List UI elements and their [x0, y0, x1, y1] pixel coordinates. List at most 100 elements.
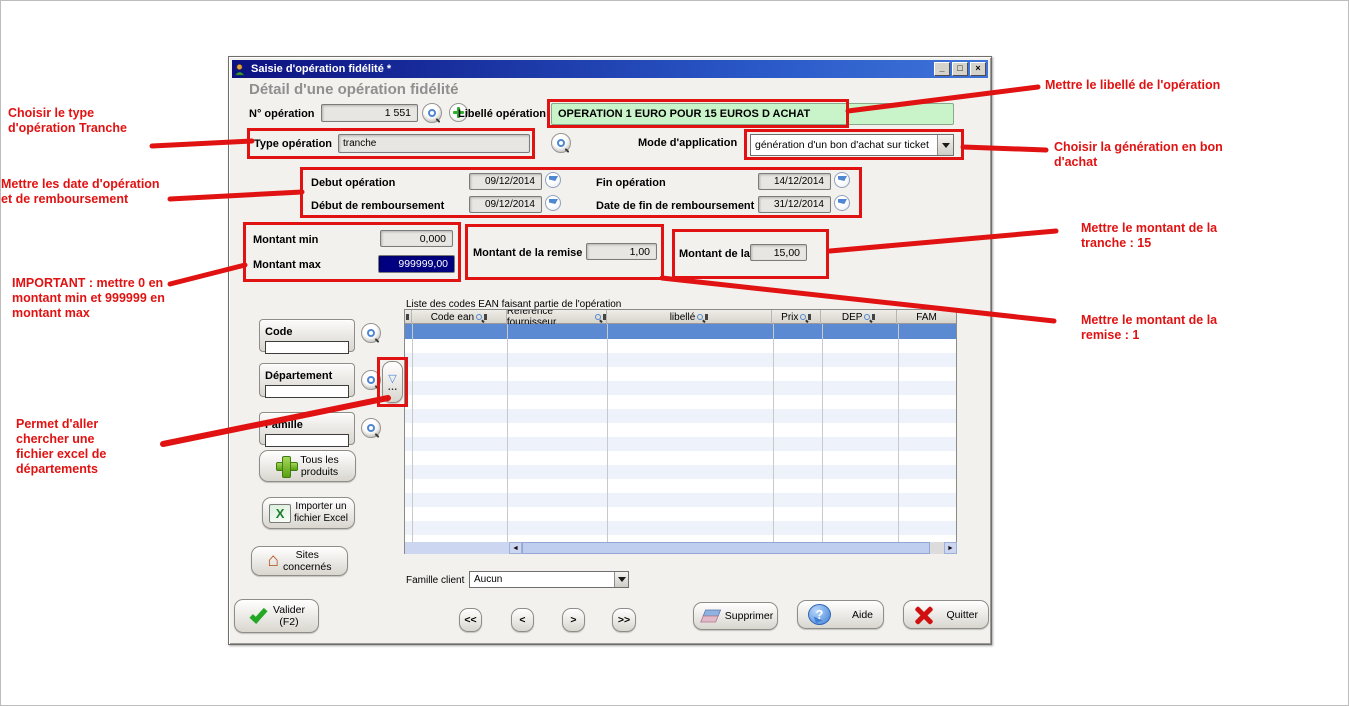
mode-application-select[interactable]: génération d'un bon d'achat sur ticket: [750, 134, 954, 156]
annotation-montant-min-max: IMPORTANT : mettre 0 en montant min et 9…: [12, 276, 187, 321]
button-label: Tous les produits: [300, 454, 339, 478]
type-operation-field[interactable]: tranche: [338, 134, 530, 153]
pin-icon: [406, 314, 409, 320]
dropdown-arrow-button[interactable]: [937, 135, 953, 155]
calendar-icon-debut-remboursement[interactable]: [545, 195, 561, 211]
column-label: Prix: [781, 312, 798, 323]
code-search-button[interactable]: [361, 323, 381, 343]
magnifier-icon: [595, 314, 601, 320]
column-label: FAM: [916, 312, 937, 323]
column-label: Code ean: [431, 312, 474, 323]
departement-search-panel: Département: [259, 363, 355, 397]
famille-search-button[interactable]: [361, 418, 381, 438]
type-operation-search-button[interactable]: [551, 133, 571, 153]
check-icon: [250, 605, 268, 624]
debut-remboursement-field[interactable]: 09/12/2014: [469, 196, 542, 213]
grid-selected-row[interactable]: [405, 324, 956, 339]
nav-next-icon: >: [570, 614, 576, 626]
minimize-button[interactable]: _: [934, 62, 950, 76]
valider-button[interactable]: Valider (F2): [234, 599, 319, 633]
user-icon: [234, 63, 247, 76]
column-label: Référence fournisseur: [507, 310, 593, 324]
annotation-libelle: Mettre le libellé de l'opération: [1045, 78, 1260, 93]
maximize-button[interactable]: □: [952, 62, 968, 76]
importer-fichier-excel-button[interactable]: X Importer un fichier Excel: [262, 497, 355, 529]
grid-header-reference-fournisseur[interactable]: Référence fournisseur: [507, 310, 607, 324]
montant-tranche-label: Montant de la: [679, 248, 750, 260]
column-separator: [898, 324, 899, 542]
column-separator: [507, 324, 508, 542]
magnifier-icon: [697, 314, 703, 320]
grid-header-dep[interactable]: DEP: [821, 310, 897, 324]
famille-search-panel: Famille: [259, 412, 355, 445]
type-operation-label: Type opération: [254, 138, 332, 150]
ellipsis-icon: …: [388, 385, 398, 390]
calendar-icon-fin-operation[interactable]: [834, 172, 850, 188]
calendar-icon-fin-remboursement[interactable]: [834, 195, 850, 211]
red-cross-icon: [914, 605, 934, 625]
code-search-panel: Code: [259, 319, 355, 352]
magnifier-icon: [864, 314, 870, 320]
horizontal-scrollbar[interactable]: ◄ ►: [405, 542, 956, 554]
debut-operation-field[interactable]: 09/12/2014: [469, 173, 542, 190]
famille-client-select[interactable]: Aucun: [469, 571, 629, 588]
aide-button[interactable]: ? Aide: [797, 600, 884, 629]
grid-header-prix[interactable]: Prix: [772, 310, 821, 324]
libelle-field[interactable]: OPERATION 1 EURO POUR 15 EUROS D ACHAT: [551, 103, 954, 125]
calendar-icon-debut-operation[interactable]: [545, 172, 561, 188]
magnifier-icon: [476, 314, 482, 320]
pin-icon: [603, 314, 606, 320]
eraser-icon: [698, 609, 722, 623]
departement-input[interactable]: [265, 385, 349, 398]
title-bar[interactable]: Saisie d'opération fidélité * _ □ ×: [232, 60, 988, 78]
grid-header-pin[interactable]: [405, 310, 412, 324]
grid-header-fam[interactable]: FAM: [897, 310, 956, 324]
montant-max-label: Montant max: [253, 259, 321, 271]
montant-max-field[interactable]: 999999,00: [378, 255, 455, 273]
magnifier-icon: [428, 109, 436, 117]
scroll-right-arrow[interactable]: ►: [944, 542, 957, 554]
plus-icon: [276, 456, 296, 476]
excel-icon: X: [269, 504, 291, 523]
num-operation-search-button[interactable]: [422, 103, 442, 123]
grid-header-code-ean[interactable]: Code ean: [412, 310, 507, 324]
annotation-dates: Mettre les date d'opération et de rembou…: [1, 177, 173, 207]
departement-search-button[interactable]: [361, 370, 381, 390]
column-separator: [822, 324, 823, 542]
scroll-left-arrow[interactable]: ◄: [509, 542, 522, 554]
code-input[interactable]: [265, 341, 349, 354]
departement-excel-filter-button[interactable]: ▽ …: [382, 361, 403, 403]
num-operation-field[interactable]: 1 551: [321, 104, 418, 122]
grid-body[interactable]: [405, 339, 956, 542]
column-separator: [773, 324, 774, 542]
pin-icon: [808, 314, 811, 320]
famille-client-value: Aucun: [470, 574, 614, 585]
grid-header-libelle[interactable]: libellé: [607, 310, 773, 324]
montant-remise-label: Montant de la remise: [473, 247, 582, 259]
nav-first-icon: <<: [464, 614, 476, 626]
nav-last-button[interactable]: >>: [612, 608, 636, 632]
supprimer-button[interactable]: Supprimer: [693, 602, 778, 630]
button-label: Supprimer: [725, 610, 773, 622]
montant-min-field[interactable]: 0,000: [380, 230, 453, 247]
sites-concernes-button[interactable]: ⌂ Sites concernés: [251, 546, 348, 576]
help-icon: ?: [808, 604, 831, 625]
button-label: Importer un fichier Excel: [294, 501, 348, 525]
nav-first-button[interactable]: <<: [459, 608, 482, 632]
debut-operation-label: Debut opération: [311, 177, 395, 189]
nav-next-button[interactable]: >: [562, 608, 585, 632]
scrollbar-thumb[interactable]: [522, 542, 930, 554]
column-separator: [607, 324, 608, 542]
chevron-down-icon: [618, 577, 626, 582]
quitter-button[interactable]: Quitter: [903, 600, 989, 629]
column-label: DEP: [842, 312, 863, 323]
fin-operation-field[interactable]: 14/12/2014: [758, 173, 831, 190]
tous-les-produits-button[interactable]: Tous les produits: [259, 450, 356, 482]
close-button[interactable]: ×: [970, 62, 986, 76]
nav-previous-button[interactable]: <: [511, 608, 534, 632]
dropdown-arrow-button[interactable]: [614, 572, 628, 587]
fin-remboursement-field[interactable]: 31/12/2014: [758, 196, 831, 213]
famille-input[interactable]: [265, 434, 349, 447]
montant-remise-field[interactable]: 1,00: [586, 243, 657, 260]
montant-tranche-field[interactable]: 15,00: [750, 244, 807, 261]
